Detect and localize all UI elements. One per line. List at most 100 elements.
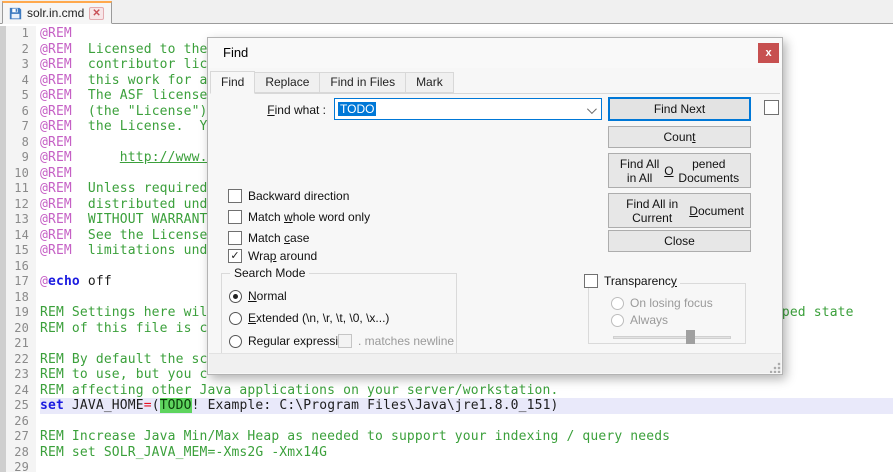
code-line-29: 29 — [0, 460, 893, 472]
line-number: 20 — [6, 321, 36, 337]
radio-always: Always — [611, 313, 668, 327]
match-whole-word-only-checkbox[interactable]: Match whole word only — [228, 210, 370, 224]
dot-matches-newline-checkbox: . matches newline — [338, 334, 454, 348]
find-what-combobox[interactable]: TODO — [334, 98, 602, 120]
find-all-in-all-opened-documents-button[interactable]: Find All in All Opened Documents — [608, 153, 751, 188]
line-number: 18 — [6, 290, 36, 306]
dialog-status-bar — [209, 353, 781, 373]
slider-thumb — [686, 330, 695, 344]
line-number: 9 — [6, 150, 36, 166]
find-next-button[interactable]: Find Next — [608, 97, 751, 121]
line-number: 10 — [6, 166, 36, 182]
close-button[interactable]: Close — [608, 230, 751, 252]
line-number: 14 — [6, 228, 36, 244]
dialog-title-bar[interactable]: Find — [208, 38, 782, 68]
line-number: 17 — [6, 274, 36, 290]
code-text[interactable]: REM Increase Java Min/Max Heap as needed… — [40, 429, 893, 445]
tab-close-icon[interactable]: ✕ — [89, 7, 103, 20]
line-number: 24 — [6, 383, 36, 399]
radio-regular-expression[interactable]: Regular expression — [229, 334, 351, 348]
line-number: 4 — [6, 73, 36, 89]
code-text[interactable]: set JAVA_HOME=(TODO! Example: C:\Program… — [40, 398, 893, 414]
find-dialog: Find x FindReplaceFind in FilesMark Find… — [207, 37, 783, 375]
line-number: 25 — [6, 398, 36, 414]
wrap-around-checkbox[interactable]: ✓ Wrap around — [228, 249, 317, 263]
checkbox-box — [338, 334, 352, 348]
code-text[interactable]: REM set SOLR_JAVA_MEM=-Xms2G -Xmx14G — [40, 445, 893, 461]
radio-circle — [611, 297, 624, 310]
dialog-close-button[interactable]: x — [758, 43, 779, 63]
line-number: 29 — [6, 460, 36, 472]
line-number: 6 — [6, 104, 36, 120]
find-what-value: TODO — [338, 102, 376, 116]
line-number: 15 — [6, 243, 36, 259]
radio-circle — [229, 312, 242, 325]
count-button[interactable]: Count — [608, 126, 751, 148]
checkbox-box — [228, 189, 242, 203]
code-line-27: 27REM Increase Java Min/Max Heap as need… — [0, 429, 893, 445]
line-number: 16 — [6, 259, 36, 275]
dialog-tab-find[interactable]: Find — [210, 71, 255, 94]
checkbox-box — [228, 210, 242, 224]
radio-extended-n-r-t-0-x[interactable]: Extended (\n, \r, \t, \0, \x...) — [229, 311, 389, 325]
search-mode-legend: Search Mode — [230, 266, 309, 280]
code-line-24: 24REM affecting other Java applications … — [0, 383, 893, 399]
checkbox-label: Match whole word only — [248, 210, 370, 224]
radio-label: Extended (\n, \r, \t, \0, \x...) — [248, 311, 389, 325]
line-number: 23 — [6, 367, 36, 383]
notepad-plus-plus-window: solr.in.cmd ✕ 1@REM2@REM Licensed to the… — [0, 0, 893, 472]
radio-label: Always — [630, 313, 668, 327]
editor-tab-solr-in-cmd[interactable]: solr.in.cmd ✕ — [2, 1, 112, 24]
backward-direction-checkbox[interactable]: Backward direction — [228, 189, 349, 203]
radio-label: On losing focus — [630, 296, 713, 310]
line-number: 26 — [6, 414, 36, 430]
resize-grip[interactable] — [770, 362, 781, 373]
checkbox-label: Match case — [248, 231, 309, 245]
line-number: 28 — [6, 445, 36, 461]
line-number: 22 — [6, 352, 36, 368]
transparency-label: Transparency — [604, 274, 677, 288]
radio-label: Regular expression — [248, 334, 351, 348]
line-number: 5 — [6, 88, 36, 104]
radio-on-losing-focus: On losing focus — [611, 296, 713, 310]
code-text[interactable]: REM affecting other Java applications on… — [40, 383, 893, 399]
line-number: 13 — [6, 212, 36, 228]
checkbox-label: Wrap around — [248, 249, 317, 263]
checkbox-box: ✓ — [228, 249, 242, 263]
tab-bar: solr.in.cmd ✕ — [0, 0, 893, 24]
code-line-25: 25set JAVA_HOME=(TODO! Example: C:\Progr… — [0, 398, 893, 414]
code-text[interactable] — [40, 460, 893, 472]
line-number: 2 — [6, 42, 36, 58]
dot-matches-label: . matches newline — [358, 334, 454, 348]
line-number: 12 — [6, 197, 36, 213]
line-number: 8 — [6, 135, 36, 151]
line-number: 3 — [6, 57, 36, 73]
line-number: 27 — [6, 429, 36, 445]
checkbox-label: Backward direction — [248, 189, 349, 203]
line-number: 19 — [6, 305, 36, 321]
slider-track — [613, 336, 731, 339]
save-icon — [9, 7, 22, 20]
transparency-checkbox[interactable]: Transparency — [584, 274, 680, 288]
checkbox-box — [584, 274, 598, 288]
radio-circle — [229, 335, 242, 348]
radio-circle — [229, 290, 242, 303]
dialog-tab-find-in-files[interactable]: Find in Files — [319, 72, 406, 93]
find-all-in-current-document-button[interactable]: Find All in Current Document — [608, 193, 751, 228]
in-selection-checkbox[interactable] — [764, 100, 779, 115]
chevron-down-icon[interactable] — [587, 104, 597, 114]
radio-normal[interactable]: Normal — [229, 289, 287, 303]
line-number: 1 — [6, 26, 36, 42]
transparency-slider — [613, 330, 731, 344]
radio-circle — [611, 314, 624, 327]
dialog-tab-replace[interactable]: Replace — [254, 72, 320, 93]
code-line-28: 28REM set SOLR_JAVA_MEM=-Xms2G -Xmx14G — [0, 445, 893, 461]
dialog-tab-mark[interactable]: Mark — [405, 72, 454, 93]
match-case-checkbox[interactable]: Match case — [228, 231, 309, 245]
line-number: 7 — [6, 119, 36, 135]
tab-title: solr.in.cmd — [27, 6, 84, 20]
code-text[interactable] — [40, 414, 893, 430]
code-line-26: 26 — [0, 414, 893, 430]
dialog-tab-strip: FindReplaceFind in FilesMark — [210, 71, 780, 94]
dialog-title: Find — [223, 45, 248, 60]
